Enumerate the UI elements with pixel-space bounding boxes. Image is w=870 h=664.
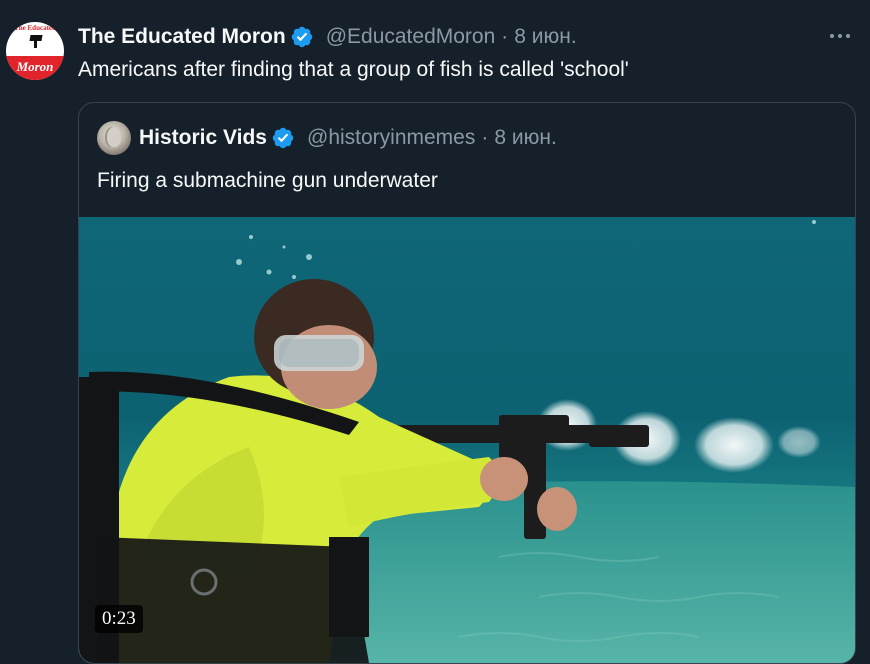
quoted-tweet-text: Firing a submachine gun underwater bbox=[97, 169, 438, 192]
quoted-tweet-card[interactable]: Historic Vids @historyinmemes · 8 июн. F… bbox=[78, 102, 856, 664]
video-player[interactable]: 0:23 bbox=[79, 217, 855, 663]
tweet[interactable]: The Educated Moron The Educated Moron @E… bbox=[0, 0, 870, 664]
more-options-button[interactable] bbox=[828, 26, 852, 46]
verified-badge-icon bbox=[291, 26, 312, 48]
video-duration-badge: 0:23 bbox=[95, 605, 143, 633]
avatar-logo-word: Moron bbox=[16, 59, 54, 74]
portrait-icon bbox=[107, 127, 121, 147]
more-dot-icon bbox=[830, 34, 834, 38]
verified-badge-icon bbox=[272, 127, 294, 149]
quoted-author-handle[interactable]: @historyinmemes bbox=[307, 126, 475, 150]
separator-dot: · bbox=[481, 126, 489, 149]
author-display-name[interactable]: The Educated Moron bbox=[78, 25, 286, 49]
quoted-tweet-header: Historic Vids @historyinmemes · 8 июн. bbox=[139, 125, 557, 151]
more-dot-icon bbox=[846, 34, 850, 38]
quoted-tweet-date[interactable]: 8 июн. bbox=[494, 126, 556, 150]
tweet-text: Americans after finding that a group of … bbox=[78, 58, 629, 81]
graduation-cap-stem bbox=[34, 41, 37, 48]
tweet-header: The Educated Moron @EducatedMoron · 8 ию… bbox=[78, 24, 577, 50]
more-dot-icon bbox=[838, 34, 842, 38]
avatar-logo-text: The Educated bbox=[14, 24, 56, 32]
separator-dot: · bbox=[501, 25, 509, 48]
author-avatar[interactable]: The Educated Moron bbox=[6, 22, 64, 80]
quoted-author-display-name[interactable]: Historic Vids bbox=[139, 126, 267, 150]
tweet-date[interactable]: 8 июн. bbox=[514, 25, 576, 49]
quoted-author-avatar[interactable] bbox=[97, 121, 131, 155]
author-handle[interactable]: @EducatedMoron bbox=[326, 25, 496, 49]
video-thumbnail bbox=[79, 217, 855, 663]
